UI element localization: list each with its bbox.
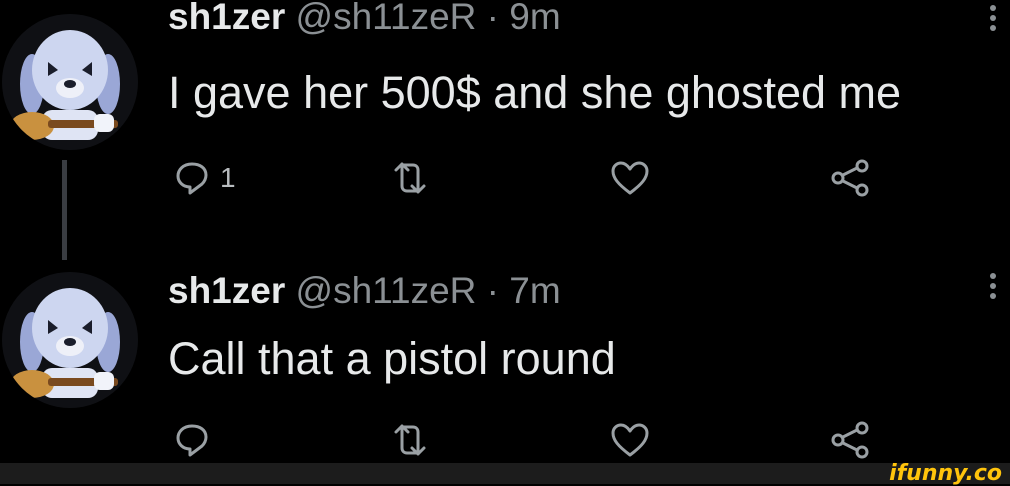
reply-button[interactable] [172,416,220,464]
reply-icon [176,162,208,195]
display-name[interactable]: sh1zer [168,0,285,37]
reply-button[interactable]: 1 [172,154,236,202]
handle[interactable]: @sh11zeR [296,270,477,311]
watermark-bar [0,463,1010,484]
timestamp[interactable]: 9m [509,0,560,37]
retweet-button[interactable] [388,416,432,464]
avatar[interactable] [2,272,138,408]
tweet-actions [0,416,1010,466]
tweet-text: I gave her 500$ and she ghosted me [168,67,902,118]
like-button[interactable] [608,416,652,464]
retweet-icon [394,162,426,194]
display-name[interactable]: sh1zer [168,270,285,311]
retweet-button[interactable] [388,154,432,202]
share-icon [831,159,869,197]
like-icon [611,423,649,457]
share-button[interactable] [828,154,872,202]
separator: · [486,0,499,37]
avatar-image [2,14,138,150]
share-icon [831,421,869,459]
share-button[interactable] [828,416,872,464]
avatar[interactable] [2,14,138,150]
handle[interactable]: @sh11zeR [296,0,477,37]
tweet-actions: 1 [0,154,1010,204]
like-icon [611,161,649,195]
ifunny-watermark: ifunny.co [889,461,1002,486]
avatar-image [2,272,138,408]
tweet-text: Call that a pistol round [168,333,616,384]
tweet-header: sh1zer @sh11zeR · 7m [168,272,561,309]
timestamp[interactable]: 7m [509,270,560,311]
like-button[interactable] [608,154,652,202]
tweet-header: sh1zer @sh11zeR · 9m [168,0,561,35]
reply-count: 1 [220,162,236,193]
more-icon[interactable] [986,270,1000,310]
more-icon[interactable] [986,2,1000,42]
separator: · [486,270,499,311]
retweet-icon [394,424,426,456]
reply-icon [176,424,208,457]
